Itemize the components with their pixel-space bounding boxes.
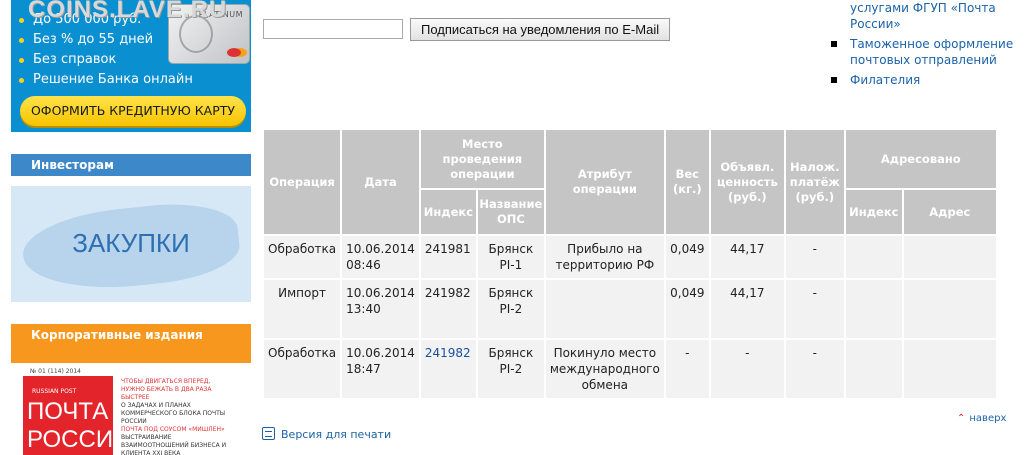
printer-icon [262, 427, 275, 440]
site-watermark: COINS.LAVE.RU [28, 0, 228, 23]
cell-date: 10.06.2014 18:47 [342, 340, 419, 398]
cell-cod: - [785, 280, 844, 338]
link-philately[interactable]: Филателия [830, 72, 1028, 88]
ad-bullet: Без % до 55 дней [19, 30, 193, 50]
cell-ops: Брянск PI-2 [477, 340, 544, 398]
investors-heading[interactable]: Инвесторам [11, 154, 251, 176]
header-addressed: Адресовано [845, 130, 996, 188]
cell-address [903, 340, 996, 398]
magazine-issue: № 01 (114) 2014 [30, 368, 81, 375]
cell-address [903, 280, 996, 338]
cell-attribute [545, 280, 664, 338]
cell-weight: 0,049 [665, 280, 709, 338]
procurement-banner[interactable]: ЗАКУПКИ [11, 186, 251, 302]
double-chevron-up-icon: ⌃ [957, 413, 966, 424]
header-declared-value: Объявл. ценность (руб.) [710, 130, 784, 234]
cell-operation: Обработка [264, 340, 341, 398]
ad-bullet: Решение Банка онлайн [19, 70, 193, 90]
cell-addr-index [845, 280, 902, 338]
cell-addr-index [845, 340, 902, 398]
right-links: услугами ФГУП «Почта России» Таможенное … [830, 0, 1028, 92]
mastercard-logo-icon [227, 48, 241, 57]
header-attribute: Атрибут операции [545, 130, 664, 234]
header-date: Дата [342, 130, 419, 234]
magazine-cover[interactable]: № 01 (114) 2014 RUSSIAN POST ПОЧТА РОССИ… [23, 366, 231, 455]
cell-declared: 44,17 [710, 236, 784, 278]
procurement-banner-title: ЗАКУПКИ [72, 228, 190, 258]
cell-attribute: Покинуло место международного обмена [545, 340, 664, 398]
cell-index: 241981 [420, 236, 476, 278]
magazine-blurbs: ЧТОБЫ ДВИГАТЬСЯ ВПЕРЕД, НУЖНО БЕЖАТЬ В Д… [121, 378, 231, 455]
magazine-blurb: ПОЧТА ПОД СОУСОМ «МИШЛЕН» [121, 426, 225, 433]
cell-index: 241982 [420, 280, 476, 338]
cell-address [903, 236, 996, 278]
magazine-title-line2: РОССИИ [27, 426, 131, 453]
index-link[interactable]: 241982 [420, 340, 476, 398]
cell-cod: - [785, 236, 844, 278]
table-row: Обработка 10.06.2014 08:46 241981 Брянск… [264, 236, 996, 278]
header-cod: Налож. платёж (руб.) [785, 130, 844, 234]
ad-bullet: Без справок [19, 50, 193, 70]
cell-declared: 44,17 [710, 280, 784, 338]
cell-ops: Брянск PI-1 [477, 236, 544, 278]
magazine-blurb: ВЫСТРАИВАНИЕ ВЗАИМООТНОШЕНИЙ БИЗНЕСА И К… [121, 434, 227, 455]
back-to-top-label: наверх [969, 413, 1007, 424]
header-addr-index: Индекс [845, 190, 902, 234]
header-place: Место проведения операции [420, 130, 544, 188]
magazine-blurb: О ЗАДАЧАХ И ПЛАНАХ КОММЕРЧЕСКОГО БЛОКА П… [121, 402, 226, 425]
back-to-top-link[interactable]: ⌃ наверх [957, 413, 1006, 424]
cell-attribute: Прибыло на территорию РФ [545, 236, 664, 278]
corporate-publications-heading[interactable]: Корпоративные издания [11, 324, 251, 363]
cell-addr-index [845, 236, 902, 278]
tracking-table: Операция Дата Место проведения операции … [262, 128, 998, 400]
header-address: Адрес [903, 190, 996, 234]
header-operation: Операция [264, 130, 341, 234]
magazine-title-line1: ПОЧТА [27, 398, 109, 425]
cell-weight: 0,049 [665, 236, 709, 278]
print-version-label: Версия для печати [281, 428, 392, 441]
header-weight: Вес (кг.) [665, 130, 709, 234]
subscribe-email-button[interactable]: Подписаться на уведомления по E-Mail [410, 18, 671, 41]
cell-weight: - [665, 340, 709, 398]
header-ops-name: Название ОПС [477, 190, 544, 234]
print-version-link[interactable]: Версия для печати [262, 427, 391, 441]
magazine-cover-red: RUSSIAN POST ПОЧТА РОССИИ [23, 376, 130, 455]
email-field[interactable] [263, 19, 403, 39]
magazine-brand: RUSSIAN POST [32, 388, 77, 395]
table-row: Обработка 10.06.2014 18:47 241982 Брянск… [264, 340, 996, 398]
cell-date: 10.06.2014 08:46 [342, 236, 419, 278]
apply-credit-card-button[interactable]: ОФОРМИТЬ КРЕДИТНУЮ КАРТУ [20, 96, 246, 126]
cell-operation: Импорт [264, 280, 341, 338]
table-row: Импорт 10.06.2014 13:40 241982 Брянск PI… [264, 280, 996, 338]
cell-cod: - [785, 340, 844, 398]
cell-operation: Обработка [264, 236, 341, 278]
cell-declared: - [710, 340, 784, 398]
link-customs[interactable]: Таможенное оформление почтовых отправлен… [830, 36, 1028, 68]
cell-date: 10.06.2014 13:40 [342, 280, 419, 338]
cell-ops: Брянск PI-2 [477, 280, 544, 338]
header-index: Индекс [420, 190, 476, 234]
magazine-blurb: ЧТОБЫ ДВИГАТЬСЯ ВПЕРЕД, НУЖНО БЕЖАТЬ В Д… [121, 378, 212, 401]
link-services[interactable]: услугами ФГУП «Почта России» [830, 0, 1028, 32]
